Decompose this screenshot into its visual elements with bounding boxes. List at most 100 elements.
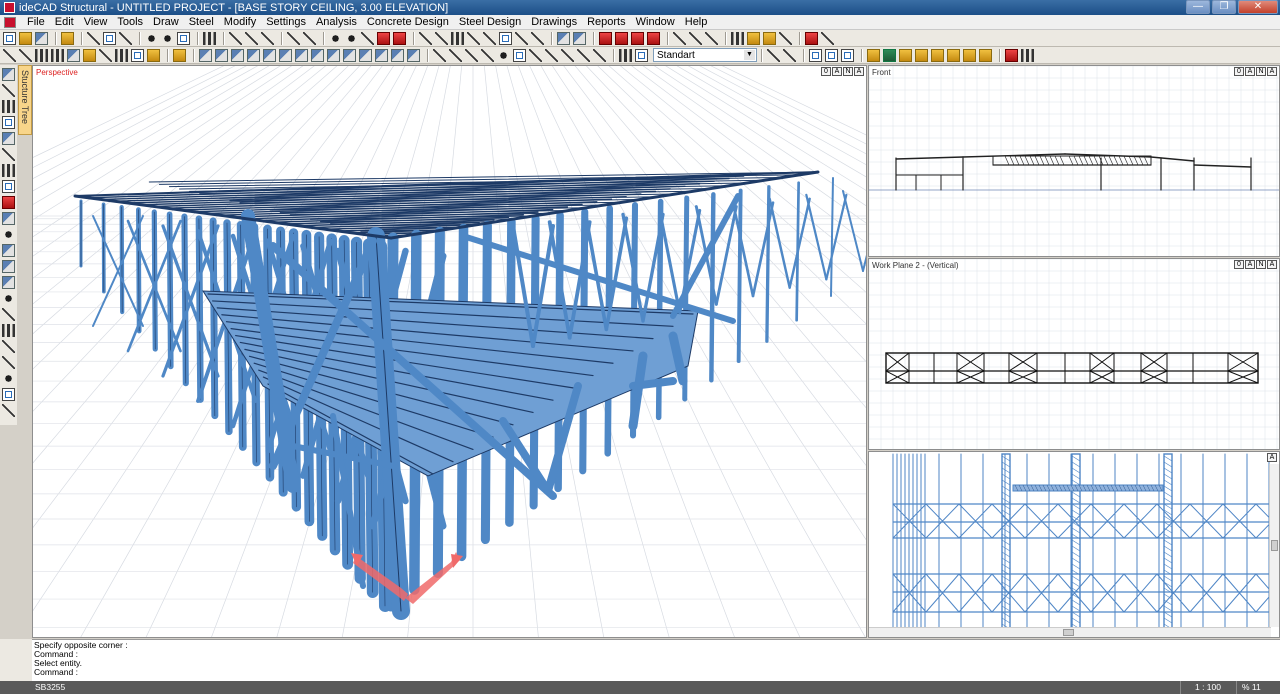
bulb-icon[interactable] [867,48,880,62]
status-zoom[interactable]: % 11 [1242,682,1261,692]
export-icon[interactable] [2,404,15,417]
vertical-scrollbar[interactable] [1269,464,1279,627]
rotate-icon[interactable] [345,31,358,45]
perspective-viewport[interactable]: Perspective 0 A N A [32,65,867,638]
grid-toggle-icon[interactable] [1021,48,1034,62]
block-icon[interactable] [577,48,590,62]
match-properties-icon[interactable] [979,48,992,62]
steel-column-icon[interactable] [199,48,212,62]
isolate-icon[interactable] [931,48,944,62]
plan-view-icon[interactable] [2,116,15,129]
menu-drawings[interactable]: Drawings [526,16,582,28]
new-file-icon[interactable] [3,31,16,45]
extend-icon[interactable] [435,31,448,45]
axis-icon[interactable] [3,48,16,62]
snap-endpoint-icon[interactable] [747,31,760,45]
close-button[interactable]: ✕ [1238,0,1278,14]
pencil-icon[interactable] [229,31,242,45]
lock-icon[interactable] [899,48,912,62]
menu-window[interactable]: Window [631,16,680,28]
report-icon[interactable] [2,388,15,401]
status-scale[interactable]: 1 : 100 [1195,682,1221,692]
measure-angle-icon[interactable] [783,48,796,62]
print-icon[interactable] [103,31,116,45]
cladding-icon[interactable] [327,48,340,62]
work-plane-canvas[interactable] [869,259,1280,450]
menu-steel-design[interactable]: Steel Design [454,16,526,28]
perspective-canvas[interactable] [33,66,867,638]
ortho-icon[interactable] [805,31,818,45]
deflection-icon[interactable] [2,340,15,353]
scroll-thumb[interactable] [1271,540,1278,551]
open-folder-icon[interactable] [19,31,32,45]
menu-analysis[interactable]: Analysis [311,16,362,28]
text-style-icon[interactable] [635,48,648,62]
command-history[interactable]: Specify opposite corner : Command : Sele… [32,639,1280,681]
roof-icon[interactable] [311,48,324,62]
purlin-icon[interactable] [231,48,244,62]
menu-steel[interactable]: Steel [184,16,219,28]
arrow-tool-icon[interactable] [449,48,462,62]
polygon-icon[interactable] [529,48,542,62]
footing-icon[interactable] [147,48,160,62]
insert-icon[interactable] [593,48,606,62]
viewport-up-button[interactable]: A [854,67,864,76]
render-icon[interactable] [825,48,838,62]
menu-concrete-design[interactable]: Concrete Design [362,16,454,28]
arc-icon[interactable] [303,31,316,45]
copy-icon[interactable] [557,31,570,45]
polyline-icon[interactable] [261,31,274,45]
menu-modify[interactable]: Modify [219,16,261,28]
text-icon[interactable] [673,31,686,45]
pan-tool-icon[interactable] [2,84,15,97]
work-plane-viewport[interactable]: Work Plane 2 - (Vertical) 0 A N A [868,258,1280,450]
bolt-icon[interactable] [375,48,388,62]
member-icon[interactable] [2,244,15,257]
structure-tree-tab[interactable]: Stucture Tree [18,65,32,135]
ellipse-icon[interactable] [545,48,558,62]
model-tree-icon[interactable] [2,164,15,177]
diagram-icon[interactable] [2,308,15,321]
maximize-button[interactable]: ❐ [1212,0,1236,14]
mirror-icon[interactable] [361,31,374,45]
section-view-icon[interactable] [2,148,15,161]
fillet-icon[interactable] [515,31,528,45]
viewport-maximize-button[interactable]: A [1245,67,1255,76]
dimension-icon[interactable] [599,31,612,45]
snap-grid-icon[interactable] [731,31,744,45]
viewport-up-button[interactable]: A [1267,67,1277,76]
weld-icon[interactable] [391,48,404,62]
arrow-right-icon[interactable] [821,31,834,45]
viewport-restore-button[interactable]: 0 [821,67,831,76]
leader-icon[interactable] [689,31,702,45]
spline-icon[interactable] [481,48,494,62]
menu-reports[interactable]: Reports [582,16,631,28]
join-icon[interactable] [483,31,496,45]
save-icon[interactable] [35,31,48,45]
menu-edit[interactable]: Edit [50,16,79,28]
zoom-icon[interactable] [145,31,158,45]
text-style-select[interactable]: Standart ▼ [653,48,757,62]
dimension-radius-icon[interactable] [631,31,644,45]
circle-icon[interactable] [497,48,510,62]
foundation-icon[interactable] [131,48,144,62]
properties-icon[interactable] [963,48,976,62]
front-viewport[interactable]: Front 0 A N A [868,65,1280,257]
viewport-up-button[interactable]: A [1267,260,1277,269]
view-3d-icon[interactable] [809,48,822,62]
anchor-icon[interactable] [407,48,420,62]
rectangle-icon[interactable] [513,48,526,62]
hatch-icon[interactable] [561,48,574,62]
bracing-icon[interactable] [263,48,276,62]
viewport-restore-button[interactable]: 0 [1234,67,1244,76]
check-icon[interactable] [1005,48,1018,62]
delete-icon[interactable] [377,31,390,45]
menu-file[interactable]: File [22,16,50,28]
document-icon[interactable] [4,16,16,28]
line-icon[interactable] [245,31,258,45]
break-icon[interactable] [467,31,480,45]
brace-icon[interactable] [99,48,112,62]
menu-settings[interactable]: Settings [261,16,311,28]
viewport-maximize-button[interactable]: A [1245,260,1255,269]
connection-icon[interactable] [343,48,356,62]
